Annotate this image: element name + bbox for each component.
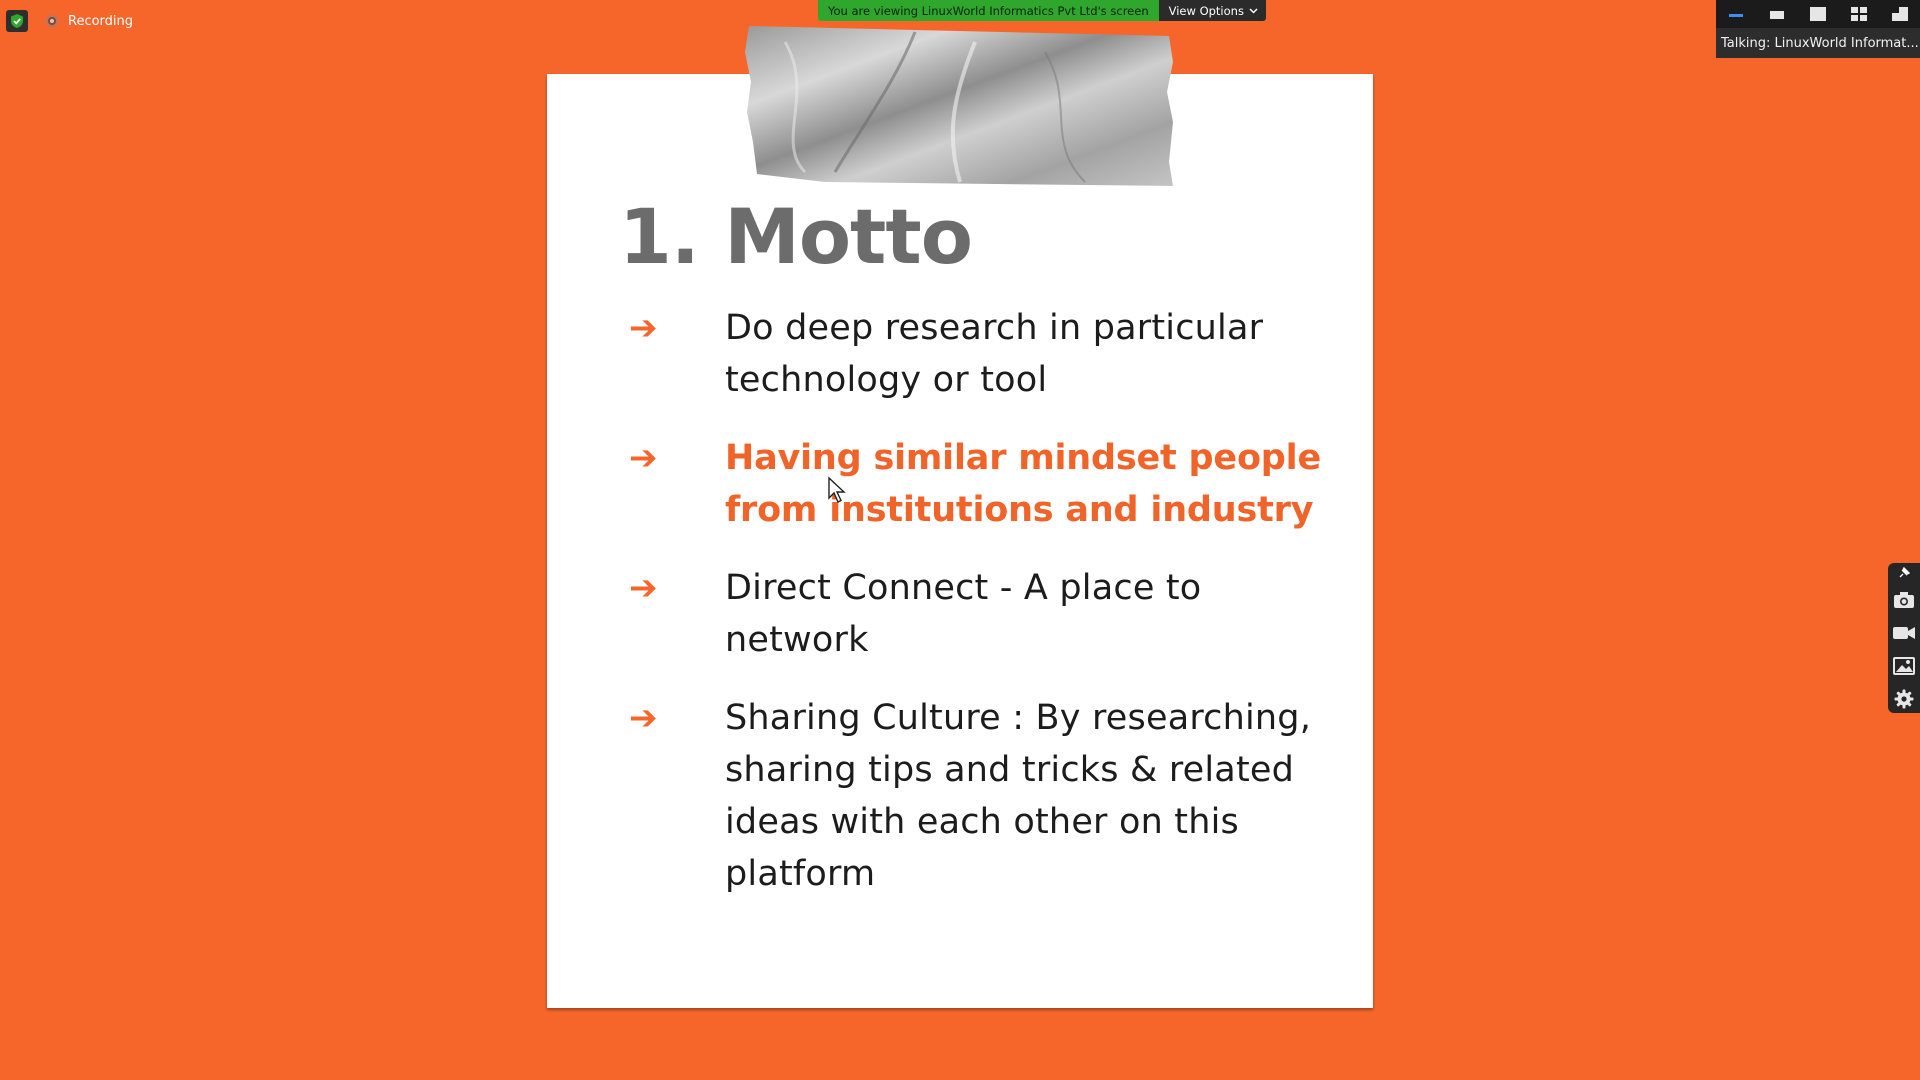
gallery-layout-icon[interactable] — [1845, 3, 1873, 25]
security-shield-icon[interactable] — [6, 10, 28, 32]
screen-share-banner: You are viewing LinuxWorld Informatics P… — [818, 0, 1266, 21]
camera-icon[interactable] — [1891, 588, 1917, 612]
recording-dot-icon — [46, 15, 58, 27]
active-speaker-label: Talking: LinuxWorld Informat... — [1716, 28, 1920, 58]
chevron-down-icon — [1249, 7, 1258, 14]
view-options-label: View Options — [1168, 3, 1244, 18]
duct-tape-graphic — [745, 26, 1173, 186]
list-item: ➔ Direct Connect - A place to network — [627, 562, 1347, 666]
video-layout-bar — [1716, 0, 1920, 28]
share-banner-text: You are viewing LinuxWorld Informatics P… — [818, 0, 1159, 21]
minimize-layout-icon[interactable] — [1722, 3, 1750, 25]
right-arrow-icon: ➔ — [629, 438, 658, 478]
list-item: ➔ Sharing Culture : By researching, shar… — [627, 692, 1347, 900]
screen-share-view: Recording You are viewing LinuxWorld Inf… — [0, 0, 1920, 1080]
bullet-text-highlighted: Having similar mindset people from insti… — [725, 438, 1321, 530]
list-item: ➔ Having similar mindset people from ins… — [627, 432, 1347, 536]
right-arrow-icon: ➔ — [629, 568, 658, 608]
mouse-cursor-icon — [828, 476, 846, 503]
bullet-text: Do deep research in particular technolog… — [725, 308, 1264, 400]
image-icon[interactable] — [1891, 654, 1917, 678]
recording-indicator[interactable]: Recording — [46, 10, 133, 32]
recording-label: Recording — [68, 13, 134, 29]
bullet-text: Sharing Culture : By researching, sharin… — [725, 698, 1312, 894]
motto-bullet-list: ➔ Do deep research in particular technol… — [627, 302, 1347, 926]
right-arrow-icon: ➔ — [629, 698, 658, 738]
thumbnail-layout-icon[interactable] — [1763, 3, 1791, 25]
bullet-text: Direct Connect - A place to network — [725, 568, 1202, 660]
slide-title: 1. Motto — [619, 192, 973, 281]
gear-icon[interactable] — [1891, 687, 1917, 711]
video-camera-icon[interactable] — [1891, 621, 1917, 645]
exit-fullscreen-icon[interactable] — [1886, 3, 1914, 25]
list-item: ➔ Do deep research in particular technol… — [627, 302, 1347, 406]
speaker-layout-icon[interactable] — [1804, 3, 1832, 25]
view-options-button[interactable]: View Options — [1158, 0, 1266, 21]
right-arrow-icon: ➔ — [629, 308, 658, 348]
annotation-side-toolbar — [1888, 563, 1920, 713]
presentation-slide: 1. Motto ➔ Do deep research in particula… — [547, 74, 1373, 1008]
pin-icon[interactable] — [1891, 567, 1917, 579]
